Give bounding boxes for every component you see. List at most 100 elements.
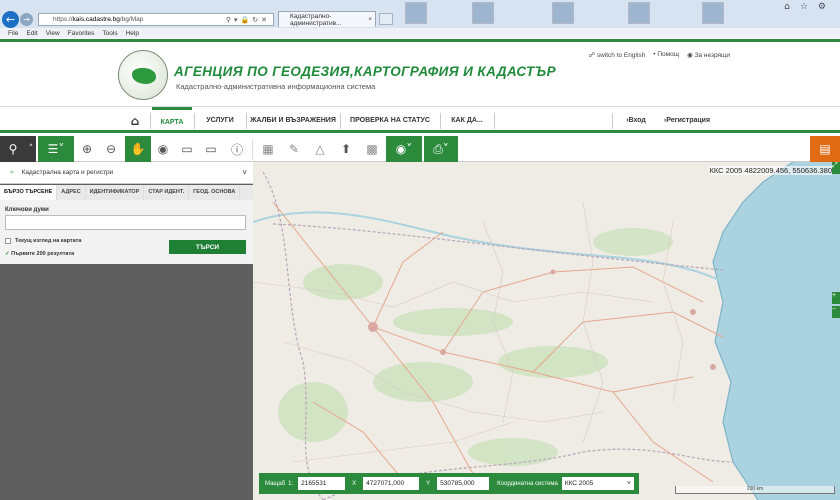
nav-divider [612, 113, 613, 129]
clear-selection-icon[interactable]: ▩ [360, 136, 384, 162]
crs-value: ККС 2005 [564, 480, 594, 487]
crs-select[interactable]: ККС 2005 ˅ [561, 477, 634, 490]
menu-tools[interactable]: Tools [102, 30, 117, 37]
home-icon[interactable]: ⌂ [122, 107, 148, 134]
print-icon[interactable]: ⎙˅ [424, 136, 458, 162]
menu-favorites[interactable]: Favorites [68, 30, 95, 37]
menu-bar: File Edit View Favorites Tools Help [0, 28, 840, 38]
nav-services[interactable]: УСЛУГИ [196, 107, 244, 134]
x-field[interactable]: 4727071,000 [363, 477, 420, 490]
nav-map[interactable]: КАРТА [152, 107, 192, 134]
y-field[interactable]: 530785,000 [437, 477, 490, 490]
expand-icon[interactable]: ⤢ [832, 162, 840, 174]
accessibility-label: За незрящи [694, 52, 730, 59]
zoom-minus-icon[interactable]: − [832, 306, 840, 318]
scale-field[interactable]: 2165531 [298, 477, 346, 490]
help-label: Помощ [657, 51, 680, 58]
forward-icon[interactable]: → [20, 13, 33, 26]
layer-type-icon: ≈ [10, 169, 14, 176]
select-tool-icon[interactable]: ▦ [256, 136, 280, 162]
right-side-buttons: ⤢ + − [832, 162, 840, 322]
main-nav: ⌂ КАРТА УСЛУГИ ЖАЛБИ И ВЪЗРАЖЕНИЯ ПРОВЕР… [0, 106, 840, 133]
tab-geodetic-base[interactable]: ГЕОД. ОСНОВА [189, 185, 241, 200]
nav-divider [340, 113, 341, 129]
back-icon[interactable]: ← [2, 11, 19, 28]
info-icon[interactable]: ⓘ [226, 136, 248, 162]
coordinates-readout: ККС 2005 4822009.456, 550636.380 [709, 166, 832, 175]
keywords-input[interactable] [5, 215, 246, 230]
panel-layer-label: Кадастрална карта и регистри [21, 169, 114, 176]
address-bar[interactable]: https://kais.cadastre.bg/bg/Map ⚲▾🔒↻✕ [38, 13, 274, 26]
nav-divider [194, 113, 195, 129]
tab-old-identifier[interactable]: СТАР ИДЕНТ. [144, 185, 190, 200]
checkbox-box[interactable] [5, 238, 11, 244]
accessibility-link[interactable]: ◉ За незрящи [687, 51, 730, 59]
switch-english-link[interactable]: ☍ switch to English [588, 51, 645, 59]
map-view[interactable]: ККС 2005 4822009.456, 550636.380 Мащаб 1… [253, 162, 840, 500]
tab-close-icon[interactable]: × [368, 16, 372, 23]
search-icon[interactable]: ⚲ [0, 136, 26, 162]
search-panel: ≈ Кадастрална карта и регистри ˅ БЪРЗО Т… [0, 162, 253, 500]
first-results-label: Първите 200 резултата [11, 251, 75, 257]
y-label: Y [426, 480, 431, 487]
pan-hand-icon[interactable]: ✋ [125, 136, 151, 162]
map-canvas[interactable] [253, 162, 840, 500]
toolbar-divider [252, 139, 253, 159]
scale-prefix: 1: [288, 480, 294, 487]
current-view-checkbox[interactable]: Текущ изглед на картата [5, 238, 81, 244]
chevron-up-icon[interactable]: ˄ [26, 136, 36, 162]
panel-layer-select[interactable]: ≈ Кадастрална карта и регистри ˅ [0, 162, 253, 184]
first-results-option[interactable]: ✓ Първите 200 резултата [5, 251, 74, 257]
crs-label: Координатна система [497, 480, 558, 487]
agency-logo[interactable] [118, 50, 168, 100]
next-extent-icon[interactable]: ▭ [200, 136, 222, 162]
url-path: /bg/Map [119, 16, 144, 23]
tab-address[interactable]: АДРЕС [57, 185, 86, 200]
x-label: X [352, 480, 357, 487]
search-button[interactable]: ТЪРСИ [169, 240, 246, 254]
previous-extent-icon[interactable]: ▭ [176, 136, 198, 162]
chevron-down-icon: ˅ [242, 168, 247, 177]
menu-file[interactable]: File [8, 30, 18, 37]
measure-area-icon[interactable]: △ [308, 136, 332, 162]
measure-length-icon[interactable]: ✎ [282, 136, 306, 162]
page-title: АГЕНЦИЯ ПО ГЕОДЕЗИЯ,КАРТОГРАФИЯ И КАДАСТ… [174, 64, 556, 79]
nav-how-to[interactable]: КАК ДА... [442, 107, 492, 134]
help-link[interactable]: • Помощ [653, 51, 679, 59]
eye-icon: ◉ [687, 52, 695, 59]
scale-bar: 200 km [675, 486, 835, 494]
upload-icon[interactable]: ⬆ [334, 136, 358, 162]
scale-label: Мащаб [265, 480, 286, 487]
map-marker-icon[interactable]: ◉˅ [386, 136, 422, 162]
layers-icon[interactable]: ☰˅ [38, 136, 74, 162]
nav-divider [494, 113, 495, 129]
browser-tab[interactable]: Кадастрално-административ... × [278, 11, 376, 27]
window-controls[interactable]: ⌂☆⚙ [784, 2, 836, 12]
nav-status-check[interactable]: ПРОВЕРКА НА СТАТУС [342, 107, 438, 134]
browser-chrome: ← → https://kais.cadastre.bg/bg/Map ⚲▾🔒↻… [0, 0, 840, 38]
nav-complaints[interactable]: ЖАЛБИ И ВЪЗРАЖЕНИЯ [248, 107, 338, 134]
url-host: kais.cadastre.bg [72, 16, 120, 23]
nav-divider [150, 113, 151, 129]
globe-extent-icon[interactable]: ◉ [152, 136, 174, 162]
tab-identifier[interactable]: ИДЕНТИФИКАТОР [86, 185, 145, 200]
menu-help[interactable]: Help [126, 30, 139, 37]
page-subtitle: Кадастрално-административна информационн… [176, 82, 376, 91]
map-status-bar: Мащаб 1: 2165531 X 4727071,000 Y 530785,… [259, 473, 639, 494]
menu-panel-icon[interactable]: ▤ [810, 136, 840, 162]
desktop-icon [472, 2, 494, 24]
address-bar-icons[interactable]: ⚲▾🔒↻✕ [226, 16, 270, 24]
login-link[interactable]: › Вход [616, 107, 656, 134]
tab-quick-search[interactable]: БЪРЗО ТЪРСЕНЕ [0, 185, 58, 200]
zoom-plus-icon[interactable]: + [832, 292, 840, 304]
desktop-icon [552, 2, 574, 24]
register-link[interactable]: › Регистрация [660, 107, 714, 134]
new-tab-button[interactable] [379, 13, 393, 25]
menu-edit[interactable]: Edit [26, 30, 37, 37]
zoom-in-icon[interactable]: ⊕ [76, 136, 98, 162]
nav-divider [246, 113, 247, 129]
zoom-out-icon[interactable]: ⊖ [100, 136, 122, 162]
menu-view[interactable]: View [46, 30, 60, 37]
desktop-icon [405, 2, 427, 24]
sea-area [713, 162, 840, 500]
